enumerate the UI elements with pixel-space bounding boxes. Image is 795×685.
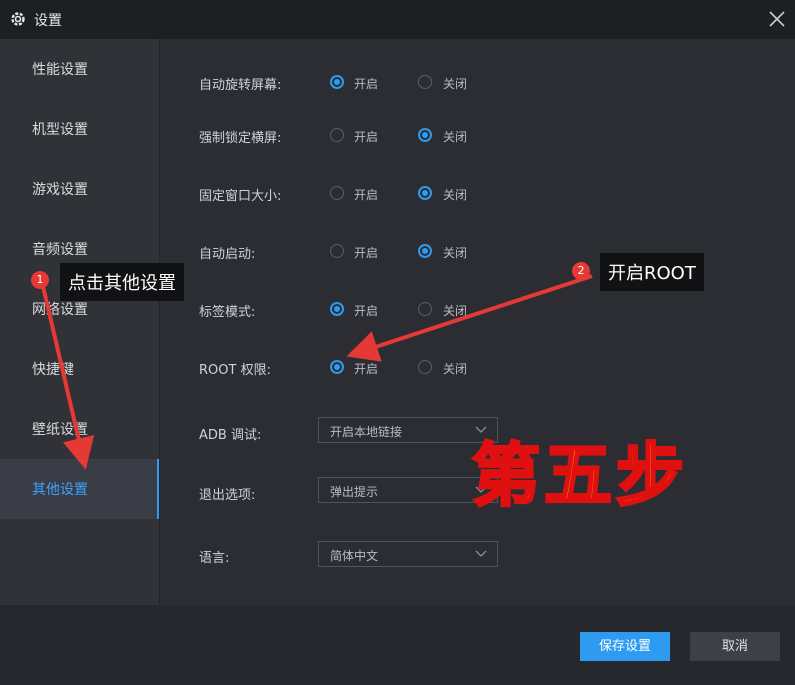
radio-root-off[interactable] — [418, 360, 432, 374]
dialog-footer — [0, 605, 795, 685]
sidebar-item-label: 机型设置 — [32, 122, 88, 138]
sidebar-item-label: 其他设置 — [32, 482, 88, 498]
adb-select[interactable]: 开启本地链接 — [318, 417, 498, 443]
radio-label-on: 开启 — [354, 130, 379, 144]
adb-select-value: 开启本地链接 — [330, 425, 403, 439]
sidebar-item-label: 快捷键 — [32, 362, 74, 378]
radio-label-off: 关闭 — [443, 304, 468, 318]
close-icon[interactable] — [766, 8, 788, 30]
setting-label-auto-rotate: 自动旋转屏幕: — [199, 78, 282, 93]
radio-label-on: 开启 — [354, 77, 379, 91]
radio-root-on[interactable] — [330, 360, 344, 374]
language-select-value: 简体中文 — [330, 549, 379, 563]
sidebar-item-label: 游戏设置 — [32, 182, 88, 198]
exit-option-select[interactable]: 弹出提示 — [318, 477, 498, 503]
step-title: 第五步 — [470, 436, 689, 518]
radio-label-on: 开启 — [354, 246, 379, 260]
sidebar-item-device-model[interactable]: 机型设置 — [0, 99, 159, 159]
radio-label-on: 开启 — [354, 362, 379, 376]
chevron-down-icon — [475, 550, 487, 557]
radio-force-landscape-off[interactable] — [418, 128, 432, 142]
sidebar-item-label: 网络设置 — [32, 302, 88, 318]
radio-tab-mode-off[interactable] — [418, 302, 432, 316]
gear-icon — [11, 12, 25, 26]
sidebar-item-label: 性能设置 — [32, 62, 88, 78]
setting-label-fixed-window: 固定窗口大小: — [199, 189, 282, 204]
save-button[interactable]: 保存设置 — [580, 632, 670, 661]
setting-label-exit-option: 退出选项: — [199, 488, 256, 503]
radio-force-landscape-on[interactable] — [330, 128, 344, 142]
radio-label-off: 关闭 — [443, 362, 468, 376]
cancel-button[interactable]: 取消 — [690, 632, 780, 661]
setting-label-language: 语言: — [199, 551, 230, 566]
radio-auto-start-on[interactable] — [330, 244, 344, 258]
step-2-badge: 2 — [572, 262, 590, 280]
radio-auto-rotate-off[interactable] — [418, 75, 432, 89]
language-select[interactable]: 简体中文 — [318, 541, 498, 567]
exit-option-select-value: 弹出提示 — [330, 485, 379, 499]
sidebar-item-shortcuts[interactable]: 快捷键 — [0, 339, 159, 399]
window-title: 设置 — [34, 13, 62, 29]
sidebar-item-label: 音频设置 — [32, 242, 88, 258]
step-2-callout: 开启ROOT — [600, 253, 704, 291]
setting-label-force-landscape: 强制锁定横屏: — [199, 131, 282, 146]
radio-label-on: 开启 — [354, 188, 379, 202]
radio-auto-start-off[interactable] — [418, 244, 432, 258]
setting-label-root: ROOT 权限: — [199, 363, 271, 378]
sidebar-item-other[interactable]: 其他设置 — [0, 459, 160, 519]
title-bar: 设置 — [0, 0, 795, 39]
radio-tab-mode-on[interactable] — [330, 302, 344, 316]
setting-label-auto-start: 自动启动: — [199, 247, 256, 262]
sidebar-item-label: 壁纸设置 — [32, 422, 88, 438]
step-1-callout: 点击其他设置 — [60, 263, 184, 301]
setting-label-adb: ADB 调试: — [199, 428, 262, 443]
radio-label-off: 关闭 — [443, 188, 468, 202]
radio-label-off: 关闭 — [443, 77, 468, 91]
radio-label-off: 关闭 — [443, 246, 468, 260]
radio-fixed-window-off[interactable] — [418, 186, 432, 200]
setting-label-tab-mode: 标签模式: — [199, 305, 256, 320]
radio-fixed-window-on[interactable] — [330, 186, 344, 200]
step-1-badge: 1 — [31, 271, 49, 289]
sidebar-item-wallpaper[interactable]: 壁纸设置 — [0, 399, 159, 459]
radio-auto-rotate-on[interactable] — [330, 75, 344, 89]
settings-panel — [159, 39, 795, 605]
radio-label-off: 关闭 — [443, 130, 468, 144]
radio-label-on: 开启 — [354, 304, 379, 318]
sidebar-item-game[interactable]: 游戏设置 — [0, 159, 159, 219]
sidebar: 性能设置 机型设置 游戏设置 音频设置 网络设置 快捷键 壁纸设置 其他设置 — [0, 39, 160, 605]
sidebar-item-performance[interactable]: 性能设置 — [0, 39, 159, 99]
